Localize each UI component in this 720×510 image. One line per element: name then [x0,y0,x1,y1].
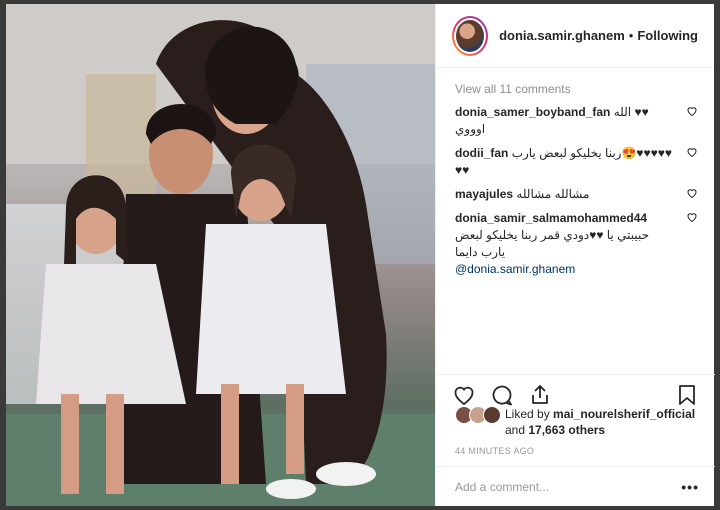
likes-text: Liked by mai_nourelsherif_official and 1… [505,406,695,438]
heart-outline-icon[interactable] [686,187,698,199]
liker-avatar[interactable] [483,406,501,424]
post-side-panel: donia.samir.ghanem • Following View all … [435,4,715,506]
comment-item: donia_samir_salmamohammed44 حبيبتي يا ♥♥… [455,210,698,278]
liker-username[interactable]: mai_nourelsherif_official [553,407,695,421]
heart-outline-icon[interactable] [686,146,698,158]
post-timestamp[interactable]: 44 MINUTES AGO [455,446,534,456]
comment-username[interactable]: donia_samir_salmamohammed44 [455,211,647,225]
post-photo[interactable] [6,4,435,506]
heart-outline-icon[interactable] [686,105,698,117]
comment-item: mayajules مشالله مشالله [455,186,698,203]
more-options-icon[interactable]: ••• [681,479,699,495]
comment-mention-link[interactable]: @donia.samir.ghanem [455,261,676,278]
likes-joiner: and [505,423,526,437]
heart-icon[interactable] [452,383,476,407]
comment-username[interactable]: mayajules [455,187,513,201]
heart-outline-icon[interactable] [686,211,698,223]
view-all-comments-link[interactable]: View all 11 comments [455,82,698,96]
comment-item: dodii_fan ♥♥♥♥♥😍ربنا يخليكو لبعض يارب ♥♥ [455,145,698,179]
comment-icon[interactable] [490,383,514,407]
share-icon[interactable] [528,383,552,407]
comment-text: مشالله مشالله [516,187,590,201]
family-photo-illustration [6,4,435,506]
comment-item: donia_samer_boyband_fan ♥♥ الله اوووي [455,104,698,138]
comments-section: View all 11 comments donia_samer_boyband… [436,68,714,368]
avatar-image [456,19,485,52]
post-header: donia.samir.ghanem • Following [436,4,714,68]
likes-summary: Liked by mai_nourelsherif_official and 1… [455,406,705,438]
separator-dot: • [628,28,634,43]
comment-username[interactable]: donia_samer_boyband_fan [455,105,610,119]
add-comment-bar: Add a comment... ••• [436,466,715,506]
comment-text: حبيبتي يا ♥♥دودي قمر ربنا يخليكو لبعض يا… [455,228,650,259]
instagram-post-window: donia.samir.ghanem • Following View all … [0,0,720,510]
avatar[interactable] [452,15,489,56]
others-count-link[interactable]: 17,663 others [528,423,605,437]
post-username[interactable]: donia.samir.ghanem [499,28,625,43]
bookmark-icon[interactable] [675,383,699,407]
liked-by-label: Liked by [505,407,550,421]
liker-avatars [455,406,503,426]
comment-username[interactable]: dodii_fan [455,146,508,160]
following-button[interactable]: Following [637,28,698,43]
add-comment-input[interactable]: Add a comment... [455,480,681,494]
